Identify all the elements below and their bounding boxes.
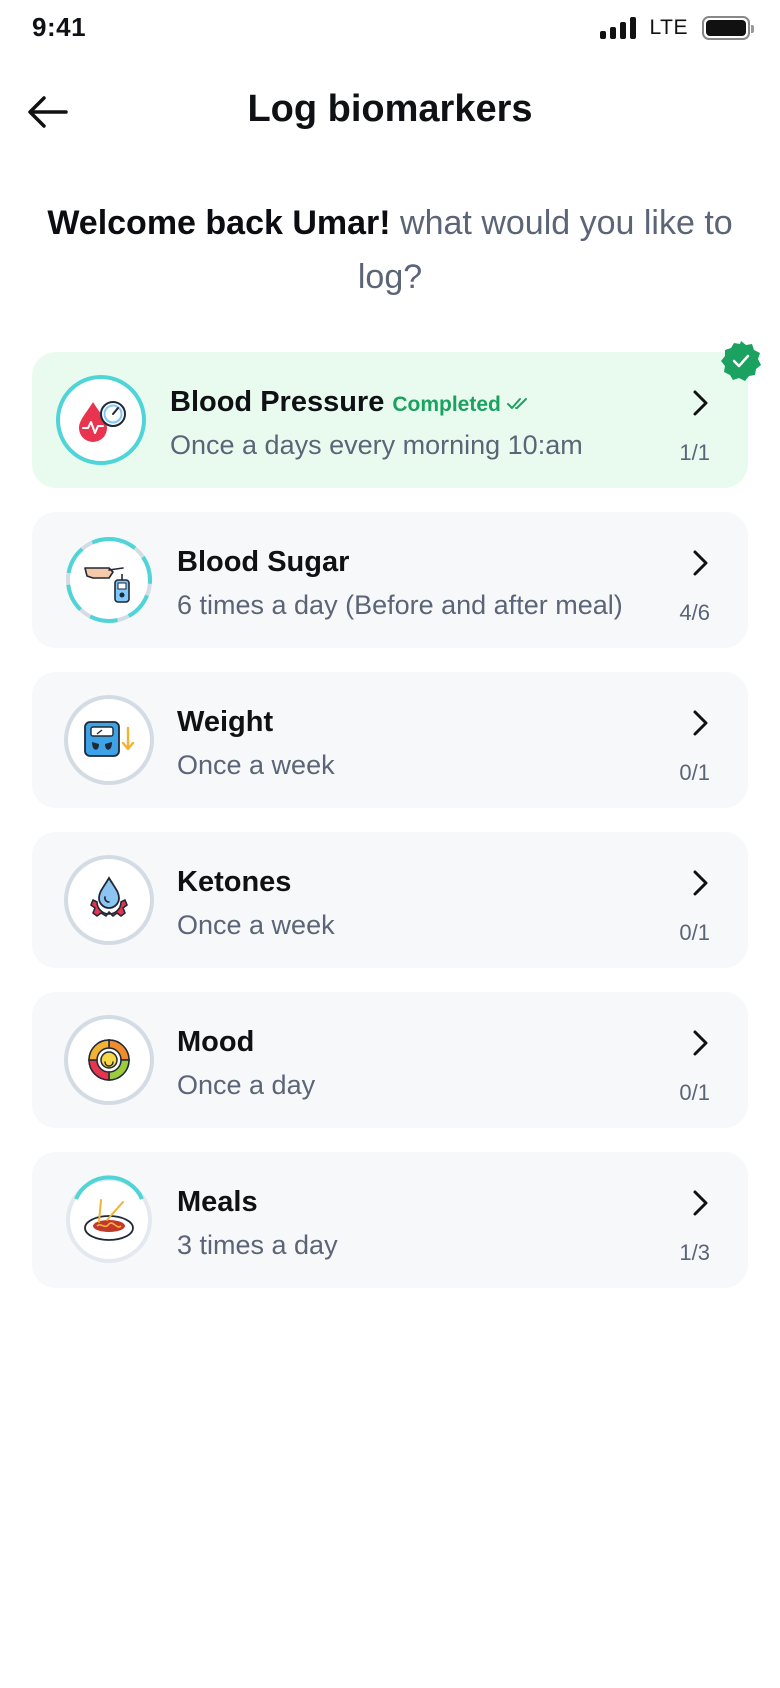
chevron-right-icon <box>693 550 708 576</box>
card-subtitle: Once a day <box>177 1070 316 1100</box>
card-title: Blood Sugar <box>177 546 350 578</box>
biomarker-card-weight[interactable]: Weight Once a week 0/1 <box>32 672 748 808</box>
chevron-right-icon <box>693 870 708 896</box>
progress-count: 1/1 <box>679 440 710 465</box>
ketones-icon <box>64 855 154 945</box>
chevron-right-icon <box>693 1190 708 1216</box>
welcome-message: Welcome back Umar! what would you like t… <box>40 196 740 304</box>
card-subtitle: Once a week <box>177 750 335 780</box>
battery-icon <box>702 16 754 40</box>
progress-count: 0/1 <box>679 1080 710 1105</box>
card-title: Mood <box>177 1026 255 1058</box>
meal-icon <box>64 1175 154 1265</box>
completed-status: Completed <box>392 393 530 416</box>
welcome-name: Welcome back Umar! <box>47 204 391 242</box>
card-subtitle: 3 times a day <box>177 1230 338 1260</box>
progress-count: 1/3 <box>679 1240 710 1265</box>
blood-pressure-icon <box>56 375 146 465</box>
scale-icon <box>64 695 154 785</box>
network-label: LTE <box>649 16 688 39</box>
chevron-right-icon <box>693 1030 708 1056</box>
card-title: Meals <box>177 1186 258 1218</box>
biomarker-card-meals[interactable]: Meals 3 times a day 1/3 <box>32 1152 748 1288</box>
card-subtitle: Once a days every morning 10:am <box>170 430 583 460</box>
chevron-right-icon <box>693 710 708 736</box>
biomarker-card-mood[interactable]: Mood Once a day 0/1 <box>32 992 748 1128</box>
status-indicators: LTE <box>599 16 754 40</box>
progress-count: 0/1 <box>679 760 710 785</box>
status-time: 9:41 <box>32 12 87 42</box>
progress-count: 0/1 <box>679 920 710 945</box>
status-bar: 9:41 LTE <box>0 0 780 58</box>
card-title: Ketones <box>177 866 292 898</box>
card-title: Weight <box>177 706 274 738</box>
biomarker-card-blood-sugar[interactable]: Blood Sugar 6 times a day (Before and af… <box>32 512 748 648</box>
mood-icon <box>64 1015 154 1105</box>
card-title-text: Blood Pressure <box>170 386 385 418</box>
biomarker-list: Blood Pressure Completed Once a days ever… <box>32 341 761 1312</box>
card-title: Blood Pressure Completed <box>170 386 531 419</box>
page-title: Log biomarkers <box>247 88 533 130</box>
chevron-right-icon <box>693 390 708 416</box>
signal-icon <box>599 17 636 39</box>
card-subtitle: Once a week <box>177 910 335 940</box>
header: Log biomarkers <box>0 80 780 144</box>
card-subtitle: 6 times a day (Before and after meal) <box>177 590 623 620</box>
welcome-prompt: what would you like to log? <box>357 204 733 296</box>
check-badge-icon <box>721 341 761 381</box>
double-check-icon <box>506 398 527 409</box>
progress-count: 4/6 <box>679 600 710 625</box>
glucometer-icon <box>64 535 154 625</box>
biomarker-card-ketones[interactable]: Ketones Once a week 0/1 <box>32 832 748 968</box>
completed-label: Completed <box>392 393 501 416</box>
biomarker-card-blood-pressure[interactable]: Blood Pressure Completed Once a days ever… <box>32 341 761 488</box>
